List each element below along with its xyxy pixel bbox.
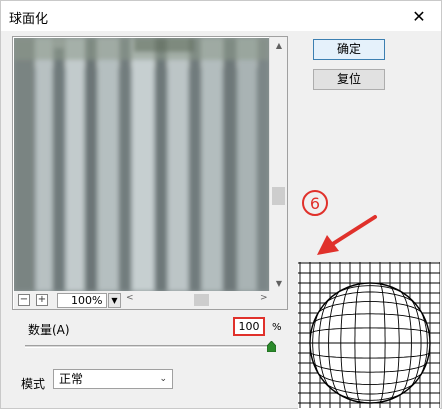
- scroll-down-icon[interactable]: ▼: [270, 275, 288, 291]
- scroll-left-icon[interactable]: <: [126, 293, 134, 303]
- grid-line: [389, 262, 400, 408]
- chevron-down-icon: ⌄: [159, 374, 167, 384]
- vertical-scrollbar[interactable]: ▲ ▼: [269, 37, 287, 291]
- scroll-right-icon[interactable]: >: [260, 293, 268, 303]
- amount-slider[interactable]: [25, 345, 271, 348]
- close-button[interactable]: ✕: [397, 1, 441, 31]
- chevron-down-icon: ▼: [111, 296, 118, 305]
- spherize-grid-preview: [298, 262, 440, 409]
- zoom-in-button[interactable]: +: [36, 294, 48, 306]
- ok-button[interactable]: 确定: [313, 39, 385, 60]
- slider-thumb-icon[interactable]: [267, 341, 276, 352]
- reset-button[interactable]: 复位: [313, 69, 385, 90]
- grid-line: [298, 362, 440, 373]
- vertical-scroll-thumb[interactable]: [272, 187, 285, 205]
- mode-select[interactable]: 正常 ⌄: [53, 369, 173, 389]
- sphere-grid-graphic: [298, 262, 440, 408]
- grid-line: [298, 313, 440, 324]
- horizontal-scroll-thumb[interactable]: [194, 294, 209, 306]
- title-bar[interactable]: 球面化 ✕: [1, 1, 441, 31]
- amount-input[interactable]: 100: [233, 317, 265, 336]
- dialog-title: 球面化: [9, 12, 49, 27]
- zoom-level-field[interactable]: 100%: [57, 293, 107, 308]
- annotation-arrow: [317, 215, 377, 255]
- spherize-dialog: 球面化 ✕ ▲ ▼ − + 100% ▼ < > 确定 复位 6 数量(A) 1…: [0, 0, 442, 409]
- close-icon: ✕: [412, 6, 426, 26]
- preview-panel: ▲ ▼ − + 100% ▼ < >: [12, 36, 288, 310]
- mode-label: 模式: [21, 377, 46, 391]
- grid-line: [340, 262, 351, 408]
- zoom-out-button[interactable]: −: [18, 294, 30, 306]
- preview-image[interactable]: [14, 38, 269, 291]
- building-preview-graphic: [14, 38, 269, 291]
- zoom-dropdown-button[interactable]: ▼: [108, 293, 121, 308]
- percent-unit: %: [272, 322, 282, 333]
- amount-label: 数量(A): [28, 323, 70, 337]
- preview-footer: − + 100% ▼ < >: [14, 291, 287, 309]
- mode-selected-value: 正常: [59, 372, 84, 386]
- scroll-up-icon[interactable]: ▲: [270, 37, 288, 53]
